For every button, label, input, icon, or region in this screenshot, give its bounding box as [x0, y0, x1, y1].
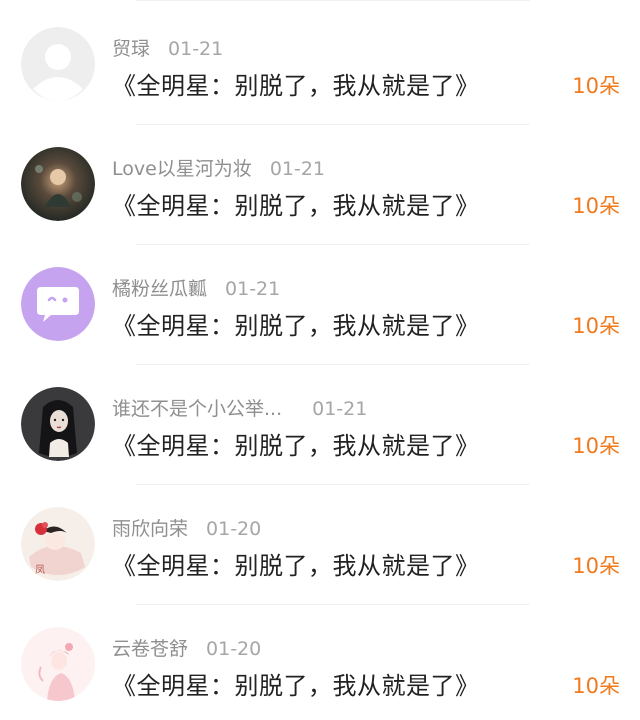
svg-text:凤: 凤: [35, 564, 45, 576]
list-item[interactable]: Love以星河为妆 01-21 《全明星：别脱了，我从就是了》 10朵: [0, 120, 640, 245]
user-name[interactable]: 谁还不是个小公举...: [112, 398, 282, 420]
list-item[interactable]: 橘粉丝瓜瓤 01-21 《全明星：别脱了，我从就是了》 10朵: [0, 240, 640, 365]
gift-title: 《全明星：别脱了，我从就是了》: [112, 552, 480, 580]
item-meta: 贸琭 01-21: [112, 34, 223, 61]
item-date: 01-21: [225, 278, 281, 300]
dark-girl-illustration-icon: [21, 387, 95, 461]
item-meta: 雨欣向荣 01-20: [112, 514, 261, 541]
avatar[interactable]: [21, 627, 95, 701]
pink-girl-illustration-icon: [21, 627, 95, 701]
item-meta: Love以星河为妆 01-21: [112, 154, 325, 181]
item-date: 01-21: [269, 158, 326, 180]
gift-count: 10朵: [572, 314, 620, 338]
gift-title: 《全明星：别脱了，我从就是了》: [112, 312, 480, 340]
item-meta: 云卷苍舒 01-20: [112, 634, 261, 661]
gift-count: 10朵: [572, 674, 620, 698]
list-item[interactable]: 谁还不是个小公举... 01-21 《全明星：别脱了，我从就是了》 10朵: [0, 360, 640, 485]
list-item[interactable]: 贸琭 01-21 《全明星：别脱了，我从就是了》 10朵: [0, 0, 640, 125]
item-meta: 橘粉丝瓜瓤 01-21: [112, 274, 280, 301]
user-name[interactable]: 雨欣向荣: [112, 518, 188, 540]
avatar[interactable]: [21, 267, 95, 341]
avatar[interactable]: [21, 387, 95, 461]
list-item[interactable]: 凤 雨欣向荣 01-20 《全明星：别脱了，我从就是了》 10朵: [0, 480, 640, 605]
default-person-icon: [21, 27, 95, 101]
dark-fantasy-art-icon: [21, 147, 95, 221]
item-date: 01-21: [168, 38, 224, 60]
list-item[interactable]: 云卷苍舒 01-20 《全明星：别脱了，我从就是了》 10朵: [0, 600, 640, 720]
item-date: 01-21: [312, 398, 368, 420]
gift-title: 《全明星：别脱了，我从就是了》: [112, 432, 480, 460]
girl-with-red-flower-icon: 凤: [21, 507, 95, 581]
item-date: 01-20: [206, 638, 262, 660]
gift-title: 《全明星：别脱了，我从就是了》: [112, 192, 480, 220]
gift-count: 10朵: [572, 554, 620, 578]
user-name[interactable]: 云卷苍舒: [112, 638, 188, 660]
gift-count: 10朵: [572, 434, 620, 458]
gift-title: 《全明星：别脱了，我从就是了》: [112, 672, 480, 700]
user-name[interactable]: Love以星河为妆: [112, 158, 252, 180]
gift-count: 10朵: [572, 194, 620, 218]
user-name[interactable]: 橘粉丝瓜瓤: [112, 278, 207, 300]
purple-chat-face-icon: [21, 267, 95, 341]
gift-record-list: 贸琭 01-21 《全明星：别脱了，我从就是了》 10朵 Love以星河为妆 0…: [0, 0, 640, 716]
item-date: 01-20: [206, 518, 262, 540]
avatar[interactable]: [21, 27, 95, 101]
gift-title: 《全明星：别脱了，我从就是了》: [112, 72, 480, 100]
user-name[interactable]: 贸琭: [112, 38, 150, 60]
gift-count: 10朵: [572, 74, 620, 98]
item-meta: 谁还不是个小公举... 01-21: [112, 394, 367, 421]
avatar[interactable]: 凤: [21, 507, 95, 581]
avatar[interactable]: [21, 147, 95, 221]
